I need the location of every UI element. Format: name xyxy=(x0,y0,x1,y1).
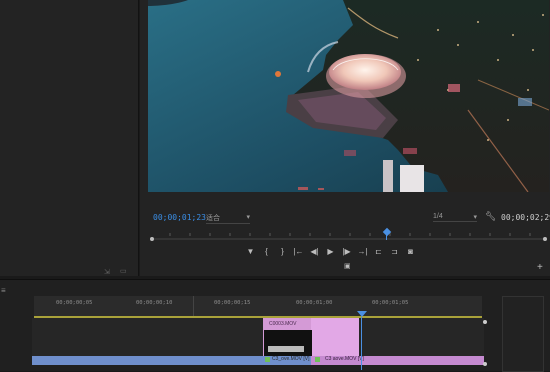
insert-icon[interactable]: ⊏ xyxy=(372,246,385,258)
linked-audio-clip[interactable]: C3 aove.MOV [V] xyxy=(311,356,484,365)
wrench-icon[interactable]: 🔧︎ xyxy=(485,211,496,222)
timeline-scroll-end[interactable] xyxy=(483,320,487,324)
ruler-label: 00;00;00;15 xyxy=(214,300,251,306)
ruler-label: 00;00;00;05 xyxy=(56,300,93,306)
play-icon[interactable]: ▶ xyxy=(324,246,337,258)
playhead-line xyxy=(386,232,387,240)
clip-fx-icon xyxy=(315,357,320,362)
marker-icon[interactable]: ▼ xyxy=(244,246,257,258)
chevron-down-icon: ▾ xyxy=(246,214,250,221)
go-to-in-icon[interactable]: |← xyxy=(292,246,305,258)
step-forward-icon[interactable]: |▶ xyxy=(340,246,353,258)
panel-menu-icon[interactable]: ⇲ xyxy=(104,268,110,276)
in-point-icon[interactable]: { xyxy=(260,246,273,258)
program-scrub-ruler[interactable] xyxy=(150,224,547,242)
clip-thumb-strip xyxy=(268,346,304,352)
quality-label: 1/4 xyxy=(433,213,443,220)
fit-label: 适合 xyxy=(206,215,220,222)
ruler-label: 00;00;01;00 xyxy=(296,300,333,306)
add-button-icon[interactable]: + xyxy=(537,262,543,273)
camera-icon[interactable]: ◙ xyxy=(404,246,417,258)
chevron-down-icon: ▾ xyxy=(473,214,477,221)
duration-timecode: 00;00;02;29 xyxy=(501,213,550,222)
step-back-icon[interactable]: ◀| xyxy=(308,246,321,258)
timeline-ruler[interactable]: 00;00;00;05 00;00;00;10 00;00;00;15 00;0… xyxy=(34,296,482,317)
ruler-divider xyxy=(193,296,194,317)
ruler-ticks xyxy=(150,233,547,241)
button-editor-icon[interactable]: ▣ xyxy=(344,262,351,270)
fx-badge-icon xyxy=(265,357,270,362)
folder-icon[interactable]: ▭ xyxy=(120,267,127,275)
audio-meters xyxy=(502,296,544,372)
timeline-scroll-end-bottom[interactable] xyxy=(483,362,487,366)
fit-dropdown[interactable]: 适合 ▾ xyxy=(206,213,250,224)
video-clip-thumbnail[interactable] xyxy=(263,330,312,356)
source-panel: ⇲ ▭ xyxy=(0,0,139,276)
video-clip[interactable] xyxy=(311,318,359,356)
clip-label: C0003.MOV xyxy=(269,321,297,327)
overwrite-icon[interactable]: ⊐ xyxy=(388,246,401,258)
audio-clip-label: C3 aove.MOV [V] xyxy=(325,356,364,362)
quality-dropdown[interactable]: 1/4 ▾ xyxy=(433,213,477,222)
current-timecode[interactable]: 00;00;01;23 xyxy=(153,213,206,222)
ruler-label: 00;00;00;10 xyxy=(136,300,173,306)
ruler-label: 00;00;01;05 xyxy=(372,300,409,306)
go-to-out-icon[interactable]: →| xyxy=(356,246,369,258)
out-point-icon[interactable]: } xyxy=(276,246,289,258)
in-handle[interactable] xyxy=(150,237,154,241)
aerial-video-image xyxy=(148,0,549,192)
program-video-frame xyxy=(148,0,549,192)
video-track xyxy=(32,318,484,356)
timeline-playhead-line xyxy=(361,317,362,370)
video-clip-header[interactable]: C0003.MOV xyxy=(263,318,311,330)
transport-controls: ▼ { } |← ◀| ▶ |▶ →| ⊏ ⊐ ◙ xyxy=(244,246,454,258)
out-handle[interactable] xyxy=(543,237,547,241)
audio-clip-label-left: C3_ove.MOV [V] xyxy=(272,356,310,362)
timeline-menu-icon[interactable]: ≡ xyxy=(1,286,6,295)
